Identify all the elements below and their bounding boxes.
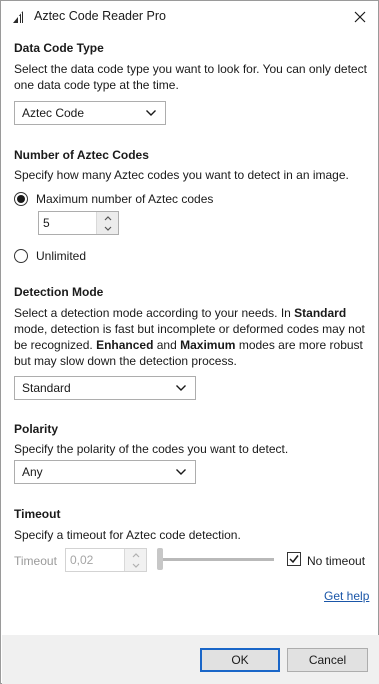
data-code-type-selected: Aztec Code xyxy=(22,106,85,120)
spin-up-button[interactable] xyxy=(97,212,118,223)
close-icon xyxy=(354,11,366,23)
maximum-radio-label: Maximum number of Aztec codes xyxy=(36,192,214,206)
checkmark-icon xyxy=(289,555,299,564)
no-timeout-checkbox[interactable] xyxy=(287,552,301,566)
polarity-selected: Any xyxy=(22,465,43,479)
close-button[interactable] xyxy=(348,5,372,29)
detection-mode-desc-line2: mode, detection is fast but incomplete o… xyxy=(14,322,365,336)
data-code-type-description: Select the data code type you want to lo… xyxy=(14,61,374,93)
maximum-radio[interactable] xyxy=(14,192,28,206)
max-codes-value: 5 xyxy=(43,216,50,230)
number-of-codes-description: Specify how many Aztec codes you want to… xyxy=(14,168,349,182)
polarity-description: Specify the polarity of the codes you wa… xyxy=(14,442,289,456)
data-code-type-desc-line2: one data code type at the time. xyxy=(14,78,179,92)
detection-mode-desc-line3: be recognized. Enhanced and Maximum mode… xyxy=(14,338,363,352)
unlimited-radio-label: Unlimited xyxy=(36,249,87,263)
spinbox-buttons xyxy=(96,212,118,234)
data-code-type-select[interactable]: Aztec Code xyxy=(14,101,166,125)
window-title: Aztec Code Reader Pro xyxy=(34,9,167,23)
timeout-slider-thumb[interactable] xyxy=(157,548,163,570)
max-codes-spinbox[interactable]: 5 xyxy=(38,211,119,235)
ok-button[interactable]: OK xyxy=(200,648,280,672)
timeout-description: Specify a timeout for Aztec code detecti… xyxy=(14,528,241,542)
timeout-value: 0,02 xyxy=(70,553,94,567)
timeout-spin-up-button[interactable] xyxy=(125,549,146,560)
cancel-button[interactable]: Cancel xyxy=(287,648,368,672)
timeout-spin-down-button[interactable] xyxy=(125,560,146,571)
timeout-label: Timeout xyxy=(14,554,57,568)
get-help-link[interactable]: Get help xyxy=(324,589,369,603)
data-code-type-desc-line1: Select the data code type you want to lo… xyxy=(14,62,367,76)
detection-mode-heading: Detection Mode xyxy=(14,285,104,299)
data-code-type-heading: Data Code Type xyxy=(14,41,104,55)
detection-mode-desc-line1: Select a detection mode according to you… xyxy=(14,306,347,320)
chevron-down-icon xyxy=(132,563,139,568)
detection-mode-selected: Standard xyxy=(22,381,71,395)
aztec-app-icon xyxy=(13,11,23,23)
radio-row-unlimited[interactable]: Unlimited xyxy=(14,248,86,264)
chevron-up-icon xyxy=(132,552,139,557)
chevron-down-icon xyxy=(176,385,186,391)
chevron-down-icon xyxy=(104,226,111,231)
radio-row-maximum[interactable]: Maximum number of Aztec codes xyxy=(14,191,213,207)
polarity-select[interactable]: Any xyxy=(14,460,196,484)
polarity-heading: Polarity xyxy=(14,422,59,436)
dialog-footer: OK Cancel xyxy=(2,635,379,684)
unlimited-radio[interactable] xyxy=(14,249,28,263)
timeout-heading: Timeout xyxy=(14,507,61,521)
chevron-down-icon xyxy=(176,469,186,475)
no-timeout-label: No timeout xyxy=(307,554,366,568)
title-bar[interactable]: Aztec Code Reader Pro xyxy=(1,1,378,33)
number-of-codes-heading: Number of Aztec Codes xyxy=(14,148,149,162)
timeout-slider-track[interactable] xyxy=(157,558,274,561)
timeout-spinbox[interactable]: 0,02 xyxy=(65,548,147,572)
detection-mode-desc-line4: but may slow down the detection process. xyxy=(14,354,237,368)
spin-down-button[interactable] xyxy=(97,223,118,234)
detection-mode-select[interactable]: Standard xyxy=(14,376,196,400)
dialog-window: Aztec Code Reader Pro Data Code Type Sel… xyxy=(0,0,379,684)
chevron-down-icon xyxy=(146,110,156,116)
chevron-up-icon xyxy=(104,215,111,220)
timeout-spinbox-buttons xyxy=(124,549,146,571)
detection-mode-description: Select a detection mode according to you… xyxy=(14,305,374,369)
